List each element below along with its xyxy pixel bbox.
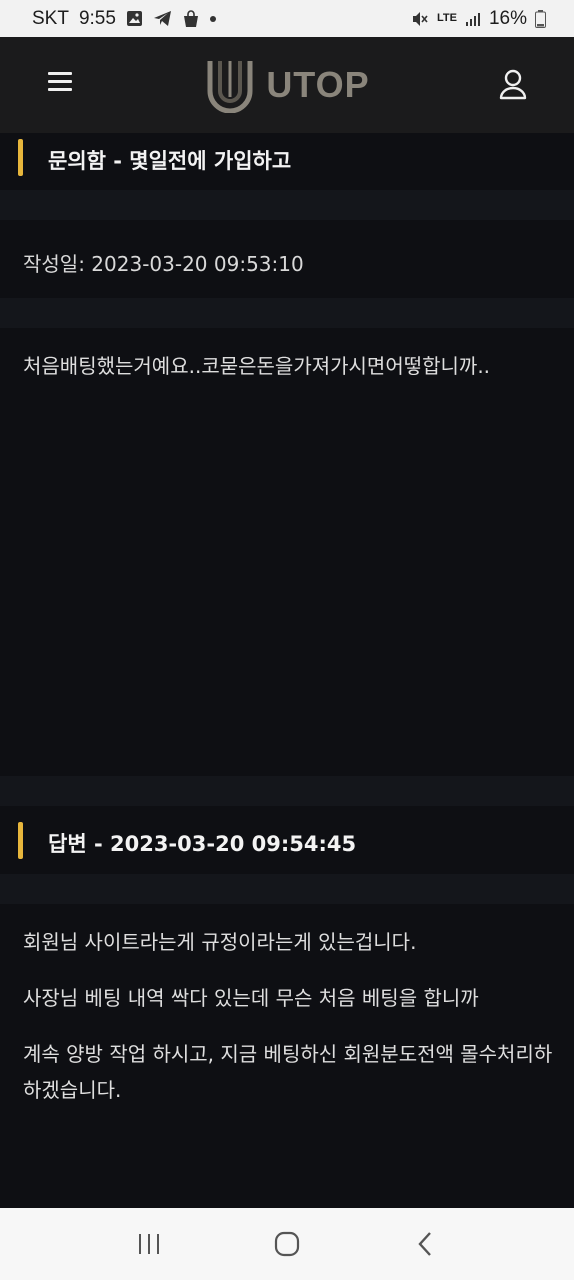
answer-paragraph: 회원님 사이트라는게 규정이라는게 있는겁니다. (23, 930, 417, 954)
answer-title: 답변 - 2023-03-20 09:54:45 (48, 832, 357, 856)
carrier-label: SKT (32, 7, 69, 29)
title-accent-bar (18, 822, 23, 859)
gallery-icon (126, 10, 143, 27)
back-icon[interactable] (405, 1224, 445, 1264)
telegram-icon (153, 10, 172, 27)
network-label: LTE (437, 12, 457, 24)
answer-paragraph: 사장님 베팅 내역 싹다 있는데 무슨 처음 베팅을 합니까 (23, 986, 479, 1010)
battery-percent: 16% (488, 7, 527, 29)
signal-icon (465, 11, 481, 27)
mute-icon (411, 10, 429, 28)
recent-apps-icon[interactable] (129, 1224, 169, 1264)
status-bar: SKT 9:55 LTE 16% (0, 0, 574, 37)
home-icon[interactable] (267, 1224, 307, 1264)
inquiry-title-panel: 문의함 - 몇일전에 가입하고 (0, 133, 574, 190)
hamburger-menu-icon[interactable] (48, 72, 72, 96)
inquiry-content-panel: 처음배팅했는거예요..코묻은돈을가져가시면어떻합니까.. (0, 328, 574, 776)
title-accent-bar (18, 139, 23, 176)
answer-paragraph: 계속 양방 작업 하시고, 지금 베팅하신 회원분도전액 몰수처리하하겠습니다. (23, 1042, 553, 1102)
logo-text: UTOP (266, 64, 370, 105)
app-header: UTOP (0, 37, 574, 133)
inquiry-content: 처음배팅했는거예요..코묻은돈을가져가시면어떻합니까.. (23, 354, 491, 378)
inquiry-date-panel: 작성일: 2023-03-20 09:53:10 (0, 220, 574, 298)
utop-logo-mark-icon (207, 61, 253, 113)
battery-icon (535, 9, 546, 28)
user-profile-icon[interactable] (496, 67, 530, 101)
inquiry-title: 문의함 - 몇일전에 가입하고 (48, 149, 292, 173)
system-nav-bar (0, 1208, 574, 1280)
answer-content-panel: 회원님 사이트라는게 규정이라는게 있는겁니다. 사장님 베팅 내역 싹다 있는… (0, 904, 574, 1208)
clock: 9:55 (78, 7, 116, 29)
notification-dot-icon (209, 15, 216, 22)
inquiry-date: 작성일: 2023-03-20 09:53:10 (23, 252, 304, 276)
shopping-bag-icon (182, 9, 200, 28)
answer-title-panel: 답변 - 2023-03-20 09:54:45 (0, 806, 574, 874)
utop-logo[interactable]: UTOP (204, 57, 369, 113)
